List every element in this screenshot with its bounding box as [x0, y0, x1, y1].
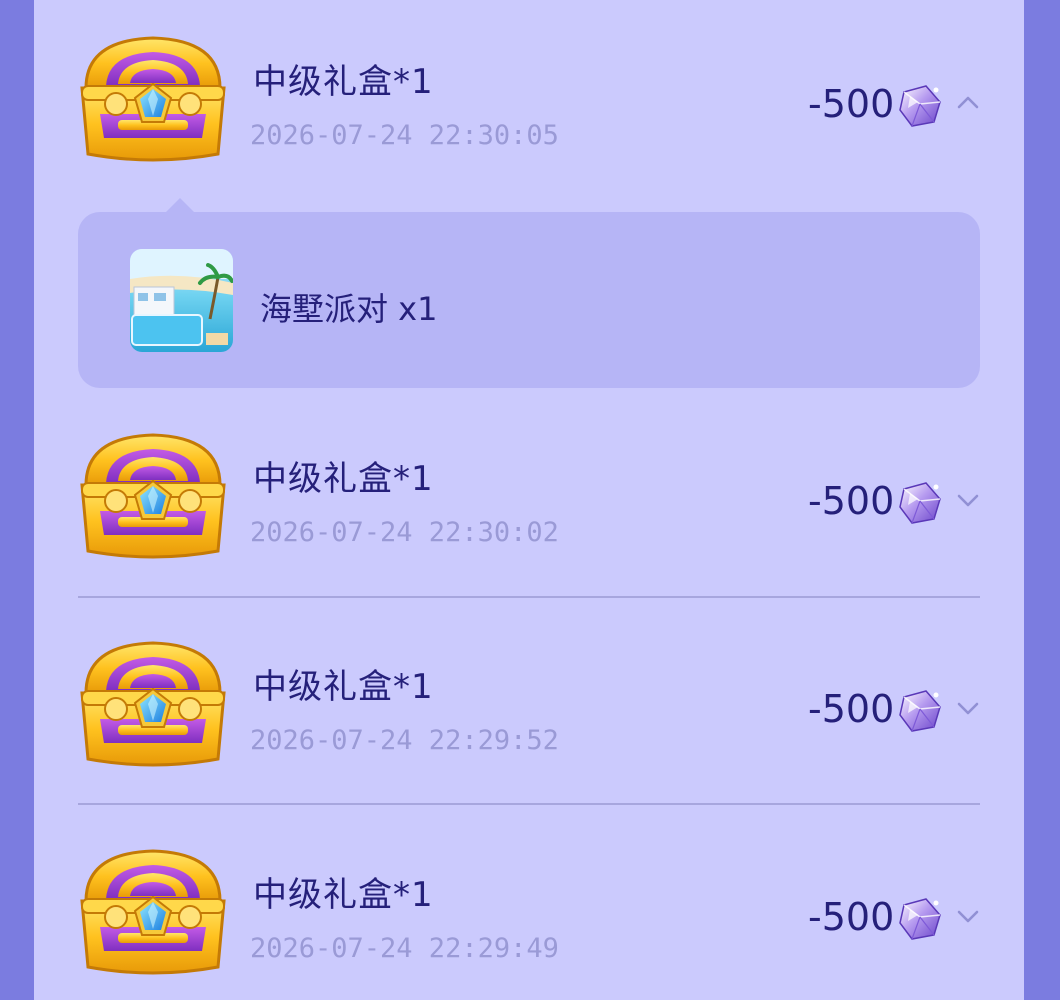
record-row[interactable]: 中级礼盒*1 2026-07-24 22:29:52 -500: [78, 631, 980, 791]
crystal-currency-icon: [899, 482, 941, 524]
beach-villa-image: [130, 249, 233, 352]
row-divider: [78, 803, 980, 805]
detail-pointer: [166, 198, 194, 212]
record-time: 2026-07-24 22:30:05: [250, 120, 559, 151]
crystal-currency-icon: [899, 85, 941, 127]
record-amount: -500: [808, 82, 895, 126]
record-time: 2026-07-24 22:30:02: [250, 517, 559, 548]
crystal-currency-icon: [899, 690, 941, 732]
record-row[interactable]: 中级礼盒*1 2026-07-24 22:30:02 -500: [78, 423, 980, 583]
treasure-chest-icon: [80, 36, 226, 162]
record-amount: -500: [808, 895, 895, 939]
row-divider: [78, 596, 980, 598]
record-title: 中级礼盒*1: [253, 875, 434, 915]
record-title: 中级礼盒*1: [253, 667, 434, 707]
record-amount: -500: [808, 687, 895, 731]
record-row[interactable]: 中级礼盒*1 2026-07-24 22:29:49 -500: [78, 839, 980, 999]
treasure-chest-icon: [80, 849, 226, 975]
detail-item-label: 海墅派对 x1: [260, 290, 438, 328]
treasure-chest-icon: [80, 433, 226, 559]
chevron-up-icon[interactable]: [953, 88, 983, 118]
chevron-down-icon[interactable]: [953, 901, 983, 931]
chevron-down-icon[interactable]: [953, 693, 983, 723]
record-title: 中级礼盒*1: [253, 62, 434, 102]
record-detail-panel: 海墅派对 x1: [78, 198, 980, 388]
chevron-down-icon[interactable]: [953, 485, 983, 515]
record-time: 2026-07-24 22:29:52: [250, 725, 559, 756]
record-title: 中级礼盒*1: [253, 459, 434, 499]
record-time: 2026-07-24 22:29:49: [250, 933, 559, 964]
record-amount: -500: [808, 479, 895, 523]
treasure-chest-icon: [80, 641, 226, 767]
crystal-currency-icon: [899, 898, 941, 940]
record-row[interactable]: 中级礼盒*1 2026-07-24 22:30:05 -500: [78, 26, 980, 186]
